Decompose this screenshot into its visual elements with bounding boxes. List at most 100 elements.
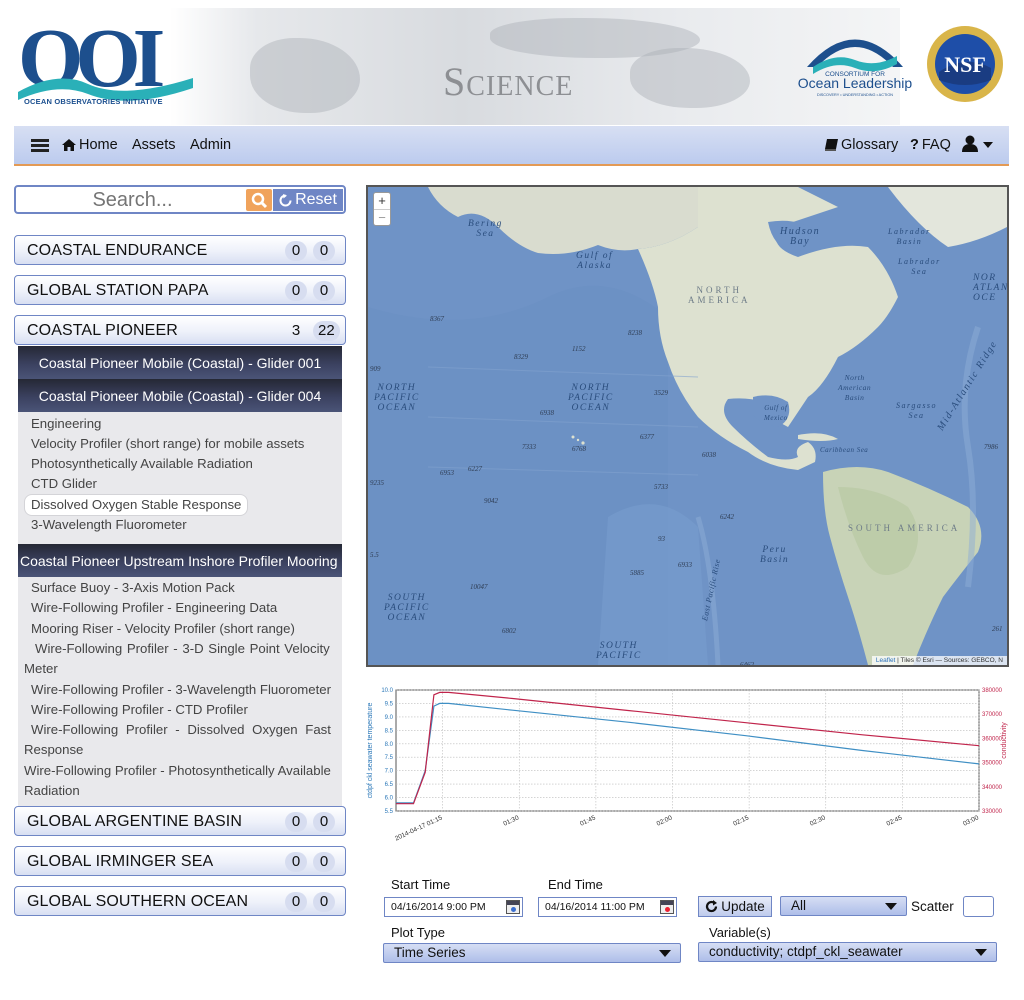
- ocean-leadership-logo[interactable]: CONSORTIUM FOR Ocean Leadership DISCOVER…: [795, 22, 915, 102]
- instrument-item[interactable]: Wire-Following Profiler - Photosynthetic…: [24, 761, 331, 782]
- caret-down-icon: [659, 950, 671, 957]
- start-time-field[interactable]: 04/16/2014 9:00 PM: [384, 897, 523, 917]
- map-label: SOUTH AMERICA: [848, 523, 961, 533]
- update-label: Update: [721, 899, 765, 914]
- count-badge: 0: [285, 241, 307, 261]
- array-row[interactable]: COASTAL PIONEER 3 22: [14, 315, 346, 345]
- map[interactable]: + − Bering Sea Gulf of Alaska Hudson Bay…: [366, 185, 1009, 667]
- instrument-item-cont[interactable]: Meter: [24, 659, 58, 680]
- platform-header[interactable]: Coastal Pioneer Upstream Inshore Profile…: [18, 544, 342, 577]
- zoom-out-button[interactable]: −: [374, 209, 390, 225]
- platform-name: Coastal Pioneer Mobile (Coastal) - Glide…: [38, 387, 322, 404]
- count-badge: 0: [313, 281, 335, 301]
- instrument-item[interactable]: 3-Wavelength Fluorometer: [31, 515, 187, 536]
- banner-map-shape: [630, 48, 750, 108]
- depth-label: 7986: [984, 443, 998, 451]
- attribution-text: | Tiles © Esri — Sources: GEBCO, N: [895, 657, 1003, 664]
- question-icon: ?: [910, 137, 919, 153]
- instrument-item[interactable]: Wire-Following Profiler - CTD Profiler: [31, 700, 248, 721]
- array-name: GLOBAL IRMINGER SEA: [27, 853, 214, 870]
- calendar-icon[interactable]: [506, 900, 520, 914]
- array-name: COASTAL ENDURANCE: [27, 242, 208, 259]
- array-name: COASTAL PIONEER: [27, 322, 178, 339]
- nav-admin-label: Admin: [190, 137, 232, 153]
- variables-select[interactable]: conductivity; ctdpf_ckl_seawater: [698, 942, 997, 962]
- depth-label: 8367: [430, 315, 444, 323]
- array-row[interactable]: GLOBAL SOUTHERN OCEAN 0 0: [14, 886, 346, 916]
- array-row[interactable]: GLOBAL ARGENTINE BASIN 0 0: [14, 806, 346, 836]
- map-label: Hudson Bay: [780, 226, 821, 247]
- zoom-control: + −: [373, 192, 391, 226]
- x-tick-label: 02:45: [886, 814, 904, 827]
- instrument-item[interactable]: Surface Buoy - 3-Axis Motion Pack: [31, 578, 235, 599]
- map-label: Labrador Sea: [898, 257, 941, 276]
- time-series-chart: 10.0 9.5 9.0 8.5 8.0 7.5 7.0 6.5 6.0 5.5 380000 37…: [367, 688, 1008, 843]
- depth-label: 8238: [628, 329, 642, 337]
- plot-type-select[interactable]: Time Series: [383, 943, 681, 963]
- user-menu[interactable]: [962, 135, 993, 153]
- x-tick-label: 03:00: [962, 814, 980, 827]
- y-tick-label: 5.5: [385, 809, 394, 815]
- nav-home[interactable]: Home: [62, 137, 118, 153]
- instrument-item[interactable]: CTD Glider: [31, 474, 97, 495]
- count-badge: 22: [313, 321, 340, 341]
- menu-icon[interactable]: [31, 139, 49, 153]
- array-name: GLOBAL STATION PAPA: [27, 282, 209, 299]
- update-button[interactable]: Update: [698, 896, 772, 917]
- instrument-item[interactable]: Wire-Following Profiler - 3-D Single Poi…: [35, 639, 330, 660]
- instrument-item[interactable]: Velocity Profiler (short range) for mobi…: [31, 434, 304, 455]
- nav-faq[interactable]: ? FAQ: [910, 137, 951, 153]
- depth-label: 261: [992, 625, 1003, 633]
- depth-label: 5.5: [370, 551, 379, 559]
- x-tick-label: 02:30: [809, 814, 827, 827]
- plot-type-value: Time Series: [394, 945, 466, 960]
- nav-assets[interactable]: Assets: [132, 137, 176, 153]
- nav-assets-label: Assets: [132, 137, 176, 153]
- x-tick-label: 2014-04-17 01:15: [394, 814, 444, 842]
- search-button[interactable]: [246, 189, 272, 211]
- nav-admin[interactable]: Admin: [190, 137, 231, 153]
- instrument-item-cont[interactable]: Response: [24, 740, 83, 761]
- map-label: Gulf of Alaska: [576, 251, 614, 271]
- array-row[interactable]: GLOBAL IRMINGER SEA 0 0: [14, 846, 346, 876]
- zoom-in-button[interactable]: +: [374, 193, 390, 209]
- nav-glossary[interactable]: Glossary: [825, 137, 898, 153]
- count-badge: 0: [313, 812, 335, 832]
- instrument-item-cont[interactable]: Radiation: [24, 781, 80, 802]
- variables-value: conductivity; ctdpf_ckl_seawater: [709, 944, 903, 959]
- y2-tick-label: 360000: [982, 736, 1003, 742]
- y-tick-label: 9.5: [385, 701, 394, 707]
- leaflet-link[interactable]: Leaflet: [876, 657, 896, 664]
- instrument-item[interactable]: Wire-Following Profiler - Dissolved Oxyg…: [31, 720, 331, 741]
- banner-map-shape: [250, 38, 360, 113]
- search-input[interactable]: [20, 189, 245, 211]
- instrument-item[interactable]: Engineering: [31, 414, 101, 435]
- calendar-icon[interactable]: [660, 900, 674, 914]
- depth-label: 93: [658, 535, 665, 543]
- instrument-item-selected[interactable]: Dissolved Oxygen Stable Response: [31, 495, 241, 516]
- map-label: SOUTH PACIFIC: [596, 641, 642, 661]
- end-time-field[interactable]: 04/16/2014 11:00 PM: [538, 897, 677, 917]
- reset-button[interactable]: Reset: [273, 189, 343, 211]
- map-label: Gulf of Mexico: [764, 404, 788, 422]
- instrument-item[interactable]: Mooring Riser - Velocity Profiler (short…: [31, 619, 295, 640]
- instrument-item[interactable]: Wire-Following Profiler - 3-Wavelength F…: [31, 680, 331, 701]
- platform-header[interactable]: Coastal Pioneer Mobile (Coastal) - Glide…: [18, 346, 342, 379]
- y-tick-label: 10.0: [381, 688, 393, 694]
- instrument-item[interactable]: Photosynthetically Available Radiation: [31, 454, 253, 475]
- caret-down-icon: [975, 949, 987, 956]
- stream-select[interactable]: All: [780, 896, 907, 916]
- consortium-tagline-text: DISCOVERY • UNDERSTANDING • ACTION: [817, 93, 893, 97]
- array-row[interactable]: COASTAL ENDURANCE 0 0: [14, 235, 346, 265]
- depth-label: 6462: [740, 661, 754, 667]
- instrument-item[interactable]: Wire-Following Profiler - Engineering Da…: [31, 598, 277, 619]
- platform-header[interactable]: Coastal Pioneer Mobile (Coastal) - Glide…: [18, 379, 342, 412]
- depth-label: 8329: [514, 353, 528, 361]
- count-badge: 0: [313, 852, 335, 872]
- scatter-checkbox[interactable]: [963, 896, 994, 917]
- nsf-logo[interactable]: NSF: [925, 24, 1005, 104]
- array-row[interactable]: GLOBAL STATION PAPA 0 0: [14, 275, 346, 305]
- depth-label: 6242: [720, 513, 734, 521]
- y2-tick-label: 350000: [982, 761, 1003, 767]
- array-name: GLOBAL SOUTHERN OCEAN: [27, 893, 249, 910]
